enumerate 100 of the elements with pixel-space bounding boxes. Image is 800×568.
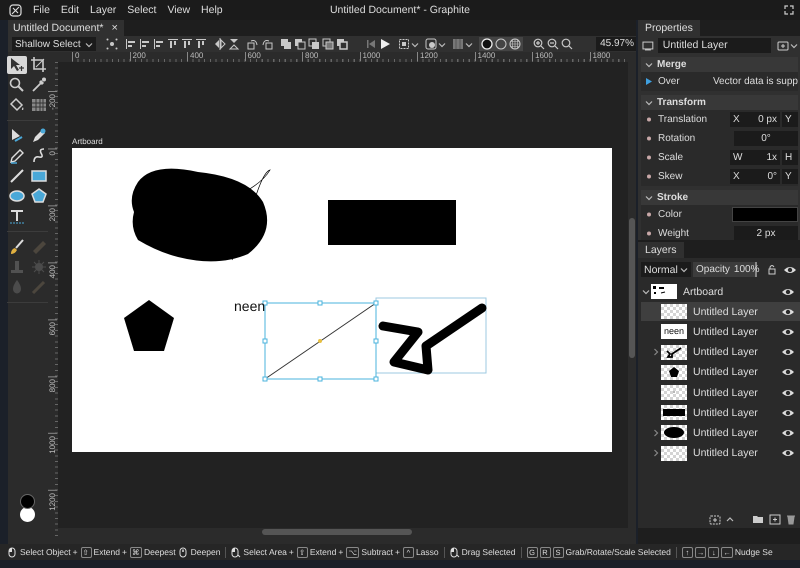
zoom-field[interactable]: 45.97% — [596, 37, 636, 51]
app-logo-icon[interactable] — [9, 4, 22, 16]
secondary-color-swatch[interactable] — [20, 507, 35, 522]
pentagon-icon[interactable] — [29, 187, 49, 205]
property-label: Over — [658, 76, 680, 87]
document-tab[interactable]: Untitled Document* × — [8, 20, 124, 36]
align-middle-icon[interactable] — [180, 38, 193, 50]
cursor-icon[interactable] — [7, 56, 27, 74]
horizontal-scrollbar-thumb[interactable] — [262, 529, 412, 535]
grid-square-icon[interactable] — [452, 38, 464, 50]
menu-item[interactable]: Help — [201, 0, 223, 20]
number-field[interactable]: H — [782, 150, 798, 165]
section-header[interactable]: Stroke — [641, 190, 798, 205]
intersect-icon[interactable] — [322, 38, 334, 50]
add-layer-icon[interactable] — [769, 514, 781, 524]
align-right-icon[interactable] — [152, 38, 165, 50]
flip-horizontal-icon[interactable] — [214, 38, 226, 50]
pivot-icon[interactable] — [106, 38, 118, 50]
caret-icon[interactable] — [652, 449, 660, 458]
fullscreen-icon[interactable] — [784, 5, 794, 15]
rotate-left-icon[interactable] — [246, 38, 259, 50]
zoom-reset-icon[interactable] — [560, 38, 573, 50]
layer-name: Untitled Layer — [693, 366, 758, 378]
layer-row[interactable]: Untitled Layer — [641, 444, 800, 463]
menu-item[interactable]: Layer — [90, 0, 116, 20]
layer-row[interactable]: Untitled Layer — [641, 342, 800, 362]
blob-shape[interactable] — [132, 168, 268, 262]
blend-mode-dropdown[interactable]: Normal — [641, 262, 691, 277]
layer-row[interactable]: Artboard — [641, 282, 800, 302]
pentagon-shape[interactable] — [124, 300, 174, 351]
caret-icon[interactable] — [652, 428, 660, 437]
mouse-click-icon — [8, 546, 18, 558]
primary-color-swatch[interactable] — [20, 494, 35, 509]
layer-name: Untitled Layer — [693, 386, 758, 399]
layer-row[interactable]: Untitled Layer — [641, 362, 800, 382]
property-label: Translation — [658, 114, 708, 125]
new-layer-icon[interactable] — [709, 514, 721, 524]
mesh-circle-icon[interactable] — [508, 38, 521, 50]
outline-circle-icon[interactable] — [494, 38, 507, 50]
layer-row[interactable]: Untitled Layer — [641, 302, 800, 322]
opacity-label: Opacity — [696, 263, 730, 277]
caret-icon[interactable] — [790, 42, 798, 49]
section-header[interactable]: Merge — [641, 57, 798, 72]
caret-up-icon[interactable] — [726, 516, 734, 522]
layer-name-field[interactable]: Untitled Layer — [658, 38, 771, 53]
curve-outline[interactable] — [232, 170, 270, 260]
subtract-front-icon[interactable] — [294, 38, 306, 50]
layer-name: Untitled Layer — [693, 406, 758, 419]
menu-item[interactable]: Select — [127, 0, 156, 20]
panel-tab[interactable]: Properties — [638, 20, 700, 36]
number-field[interactable]: X 0 px — [730, 112, 780, 127]
close-tab-icon[interactable]: × — [111, 20, 118, 36]
hint-label: Select Area — [243, 547, 287, 557]
caret-icon[interactable] — [642, 288, 650, 296]
section-header[interactable]: Transform — [641, 95, 798, 110]
number-field[interactable]: X 0° — [730, 169, 780, 184]
menu-item[interactable]: Edit — [60, 0, 80, 20]
rotate-right-icon[interactable] — [260, 38, 273, 50]
layer-row[interactable]: neen Untitled Layer — [641, 322, 800, 342]
layer-row[interactable]: Untitled Layer — [641, 403, 800, 422]
zoom-out-icon[interactable] — [546, 38, 559, 50]
difference-icon[interactable] — [336, 38, 348, 50]
letter-t-icon[interactable] — [7, 207, 27, 225]
play-icon[interactable] — [378, 38, 391, 50]
number-field[interactable]: 0° — [734, 131, 798, 146]
trash-icon[interactable] — [786, 514, 796, 524]
flip-vertical-icon[interactable] — [228, 38, 240, 50]
align-center-icon[interactable] — [138, 38, 151, 50]
new-node-icon[interactable] — [777, 40, 789, 51]
opacity-slider[interactable]: Opacity 100% — [693, 262, 757, 277]
dashed-square-icon[interactable] — [398, 38, 410, 50]
vertical-scrollbar-thumb[interactable] — [629, 218, 635, 358]
subtract-back-icon[interactable] — [308, 38, 320, 50]
caret-icon — [410, 40, 419, 48]
midpoint-handle[interactable] — [318, 339, 322, 343]
selection-mode-dropdown[interactable]: Shallow Select — [12, 37, 96, 51]
number-field[interactable]: Y — [782, 112, 798, 127]
menu-item[interactable]: View — [167, 0, 190, 20]
color-swatch[interactable] — [732, 207, 798, 222]
caret-icon — [438, 40, 446, 48]
union-icon[interactable] — [280, 38, 292, 50]
align-left-icon[interactable] — [124, 38, 137, 50]
grid-icon[interactable] — [29, 96, 49, 114]
canvas-text[interactable]: neen — [234, 298, 266, 314]
caret-icon[interactable] — [652, 348, 660, 356]
panel-tab[interactable]: Layers — [638, 242, 684, 258]
lock-icon[interactable] — [768, 264, 776, 275]
layer-row[interactable]: Untitled Layer — [641, 423, 800, 442]
layer-thumbnail — [661, 425, 687, 440]
menu-item[interactable]: File — [33, 0, 50, 20]
filled-circle-icon[interactable] — [480, 38, 493, 50]
number-field[interactable]: 2 px — [734, 226, 798, 240]
align-bottom-icon[interactable] — [194, 38, 207, 50]
align-top-icon[interactable] — [166, 38, 179, 50]
folder-icon[interactable] — [752, 514, 764, 524]
number-field[interactable]: W 1x — [730, 150, 780, 165]
crop-icon[interactable] — [29, 56, 49, 74]
number-field[interactable]: Y — [782, 169, 798, 184]
zoom-in-icon[interactable] — [532, 38, 545, 50]
layer-row[interactable]: Untitled Layer — [641, 382, 800, 402]
